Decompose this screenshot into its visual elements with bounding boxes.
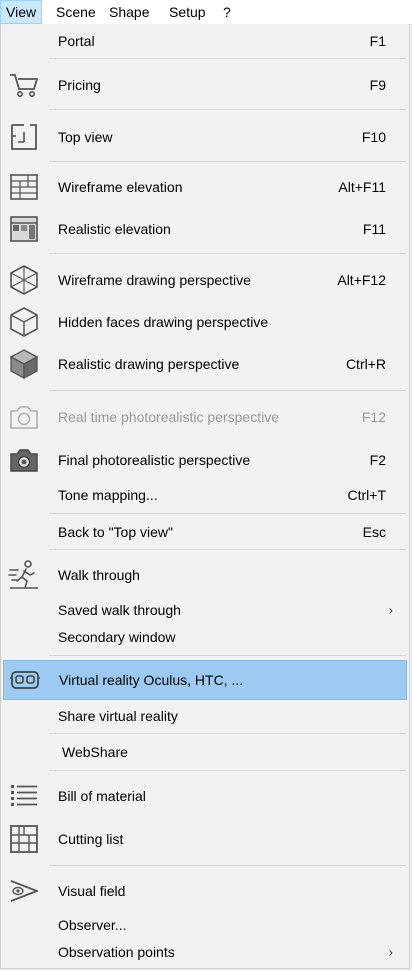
menu-item-final-photorealistic-perspective[interactable]: Final photorealistic perspective F2 bbox=[1, 439, 409, 481]
menu-item-walk-through[interactable]: Walk through bbox=[1, 555, 409, 595]
outline-cube-icon bbox=[7, 305, 41, 339]
menu-bar: View Scene Shape Setup ? bbox=[0, 0, 412, 25]
menu-item-label: Saved walk through bbox=[58, 602, 181, 618]
menubar-help[interactable]: ? bbox=[218, 0, 236, 24]
menu-item-label: Cutting list bbox=[58, 831, 124, 847]
menu-item-shortcut: F9 bbox=[369, 77, 386, 93]
menu-item-virtual-reality[interactable]: Virtual reality Oculus, HTC, ... bbox=[3, 660, 407, 700]
menu-item-shortcut: Ctrl+T bbox=[347, 487, 387, 503]
menu-item-share-virtual-reality[interactable]: Share virtual reality bbox=[1, 701, 409, 731]
menu-item-label: Virtual reality Oculus, HTC, ... bbox=[59, 672, 244, 688]
menu-item-label: Realistic drawing perspective bbox=[58, 356, 240, 372]
eye-field-icon bbox=[7, 874, 41, 908]
menu-separator bbox=[49, 549, 406, 550]
chevron-right-icon: › bbox=[388, 602, 393, 618]
menubar-scene[interactable]: Scene bbox=[51, 0, 101, 24]
menu-separator bbox=[49, 253, 406, 254]
menu-item-label: Top view bbox=[58, 129, 113, 145]
menu-item-shortcut: F1 bbox=[369, 33, 386, 49]
menu-separator bbox=[49, 655, 406, 656]
menu-item-label: WebShare bbox=[62, 744, 128, 760]
menu-item-pricing[interactable]: Pricing F9 bbox=[1, 64, 409, 106]
menu-item-real-time-photorealistic-perspective: Real time photorealistic perspective F12 bbox=[1, 396, 409, 438]
menu-item-top-view[interactable]: Top view F10 bbox=[1, 115, 409, 159]
menu-item-label: Share virtual reality bbox=[58, 708, 178, 724]
menu-item-label: Final photorealistic perspective bbox=[58, 452, 251, 468]
menu-item-secondary-window[interactable]: Secondary window bbox=[1, 624, 409, 650]
menu-item-label: Visual field bbox=[58, 883, 126, 899]
menu-separator bbox=[49, 733, 406, 734]
vr-headset-icon bbox=[8, 663, 42, 697]
chevron-right-icon: › bbox=[388, 944, 393, 960]
menu-item-observer[interactable]: Observer... bbox=[1, 912, 409, 938]
menu-separator bbox=[49, 390, 406, 391]
menu-item-label: Observer... bbox=[58, 917, 127, 933]
menu-separator bbox=[49, 58, 406, 59]
wireframe-elevation-icon bbox=[7, 170, 41, 204]
menu-item-label: Wireframe elevation bbox=[58, 179, 183, 195]
menubar-setup[interactable]: Setup bbox=[164, 0, 211, 24]
menu-item-wireframe-drawing-perspective[interactable]: Wireframe drawing perspective Alt+F12 bbox=[1, 259, 409, 301]
menu-item-label: Pricing bbox=[58, 77, 101, 93]
menu-item-tone-mapping[interactable]: Tone mapping... Ctrl+T bbox=[1, 481, 409, 509]
menu-item-hidden-faces-drawing-perspective[interactable]: Hidden faces drawing perspective bbox=[1, 301, 409, 343]
camera-outline-icon bbox=[7, 400, 41, 434]
menu-item-observation-points[interactable]: Observation points › bbox=[1, 938, 409, 966]
menu-item-label: Realistic elevation bbox=[58, 221, 171, 237]
menu-item-shortcut: Alt+F11 bbox=[338, 179, 386, 195]
menu-item-label: Observation points bbox=[58, 944, 175, 960]
wireframe-cube-icon bbox=[7, 263, 41, 297]
menubar-shape[interactable]: Shape bbox=[104, 0, 154, 24]
realistic-elevation-icon bbox=[7, 212, 41, 246]
menu-item-label: Portal bbox=[58, 33, 95, 49]
menu-item-bill-of-material[interactable]: Bill of material bbox=[1, 775, 409, 817]
menu-item-label: Walk through bbox=[58, 567, 140, 583]
menu-item-label: Hidden faces drawing perspective bbox=[58, 314, 269, 330]
shopping-cart-icon bbox=[7, 68, 41, 102]
menu-item-label: Secondary window bbox=[58, 629, 176, 645]
menu-item-label: Bill of material bbox=[58, 788, 146, 804]
menu-item-back-to-top-view[interactable]: Back to "Top view" Esc bbox=[1, 517, 409, 547]
menu-item-saved-walk-through[interactable]: Saved walk through › bbox=[1, 595, 409, 625]
menubar-view[interactable]: View bbox=[0, 0, 43, 24]
menu-separator bbox=[49, 109, 406, 110]
floor-plan-icon bbox=[7, 120, 41, 154]
menu-separator bbox=[49, 770, 406, 771]
menu-separator bbox=[49, 865, 406, 866]
menu-item-shortcut: Alt+F12 bbox=[337, 272, 386, 288]
menu-separator bbox=[49, 513, 406, 514]
menu-item-wireframe-elevation[interactable]: Wireframe elevation Alt+F11 bbox=[1, 166, 409, 208]
menu-item-label: Back to "Top view" bbox=[58, 524, 173, 540]
view-menu-dropdown: Portal F1 Pricing F9 Top view F10 Wirefr… bbox=[0, 24, 410, 969]
menu-item-label: Wireframe drawing perspective bbox=[58, 272, 251, 288]
menu-item-portal[interactable]: Portal F1 bbox=[1, 24, 409, 58]
menu-item-shortcut: Ctrl+R bbox=[345, 356, 386, 372]
menu-item-shortcut: F2 bbox=[369, 452, 386, 468]
menu-item-cutting-list[interactable]: Cutting list bbox=[1, 817, 409, 861]
menu-item-shortcut: F11 bbox=[362, 221, 386, 237]
menu-item-realistic-elevation[interactable]: Realistic elevation F11 bbox=[1, 208, 409, 250]
menu-item-label: Tone mapping... bbox=[58, 487, 158, 503]
menu-item-shortcut: F10 bbox=[361, 129, 386, 145]
menu-item-shortcut: Esc bbox=[362, 524, 386, 540]
camera-icon bbox=[7, 443, 41, 477]
cutting-grid-icon bbox=[7, 822, 41, 856]
menu-item-realistic-drawing-perspective[interactable]: Realistic drawing perspective Ctrl+R bbox=[1, 343, 409, 385]
solid-cube-icon bbox=[7, 347, 41, 381]
walking-person-icon bbox=[7, 558, 41, 592]
menu-separator bbox=[49, 161, 406, 162]
menu-item-shortcut: F12 bbox=[361, 409, 386, 425]
menu-item-label: Real time photorealistic perspective bbox=[58, 409, 279, 425]
list-icon bbox=[7, 779, 41, 813]
menu-item-visual-field[interactable]: Visual field bbox=[1, 870, 409, 912]
menu-item-webshare[interactable]: WebShare bbox=[1, 737, 409, 767]
